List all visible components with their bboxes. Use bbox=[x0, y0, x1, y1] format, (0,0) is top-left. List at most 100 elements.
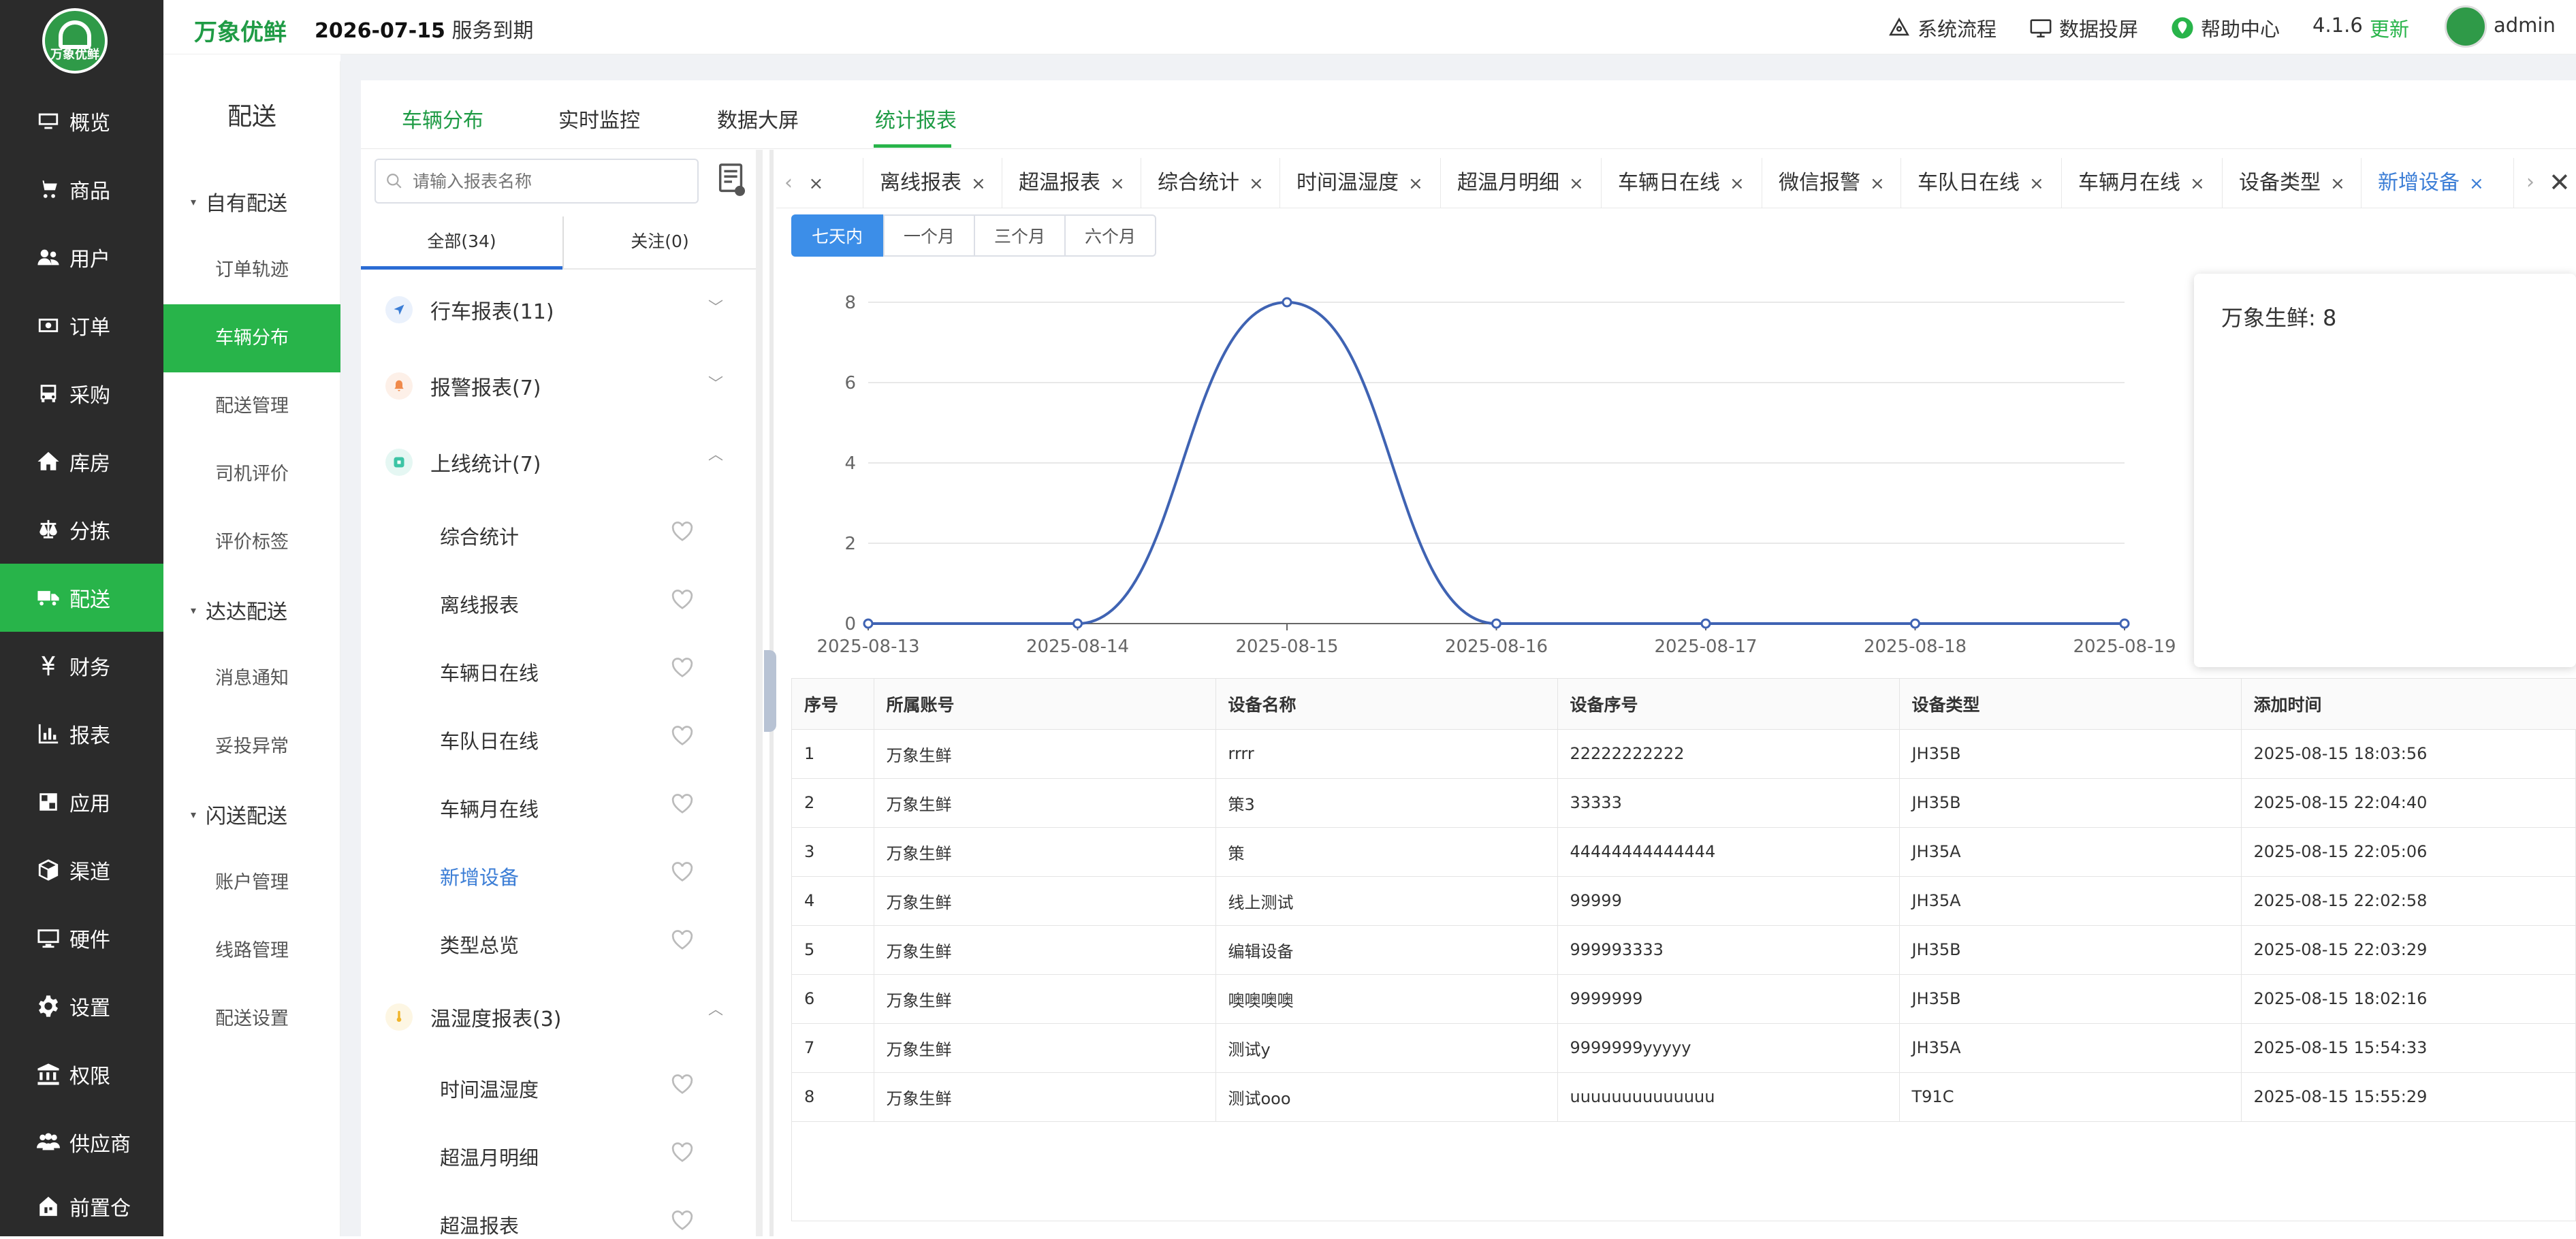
sidebar-item-warehouse[interactable]: 库房 bbox=[0, 428, 163, 496]
heart-icon[interactable] bbox=[671, 590, 694, 610]
tab-vehicle-distribution[interactable]: 车辆分布 bbox=[402, 103, 483, 133]
report-tab-device-type[interactable]: 设备类型 × bbox=[2223, 158, 2362, 208]
category-online-stats[interactable]: 上线统计(7) bbox=[385, 447, 541, 477]
sidebar-item-hardware[interactable]: 硬件 bbox=[0, 904, 163, 972]
close-icon[interactable]: × bbox=[809, 174, 824, 194]
col-header-device-serial[interactable]: 设备序号 bbox=[1557, 679, 1900, 730]
report-item-time-temperature[interactable]: 时间温湿度 bbox=[440, 1074, 539, 1103]
sidebar-item-sorting[interactable]: 分拣 bbox=[0, 496, 163, 564]
tab-followed-reports[interactable]: 关注(0) bbox=[564, 214, 756, 270]
user-name[interactable]: admin bbox=[2494, 14, 2556, 37]
chevron-down-icon[interactable]: ﹀ bbox=[708, 295, 723, 317]
sidebar-item-front-warehouse[interactable]: 前置仓 bbox=[0, 1176, 163, 1236]
sidebar-item-channels[interactable]: 渠道 bbox=[0, 836, 163, 904]
close-icon[interactable]: × bbox=[1730, 174, 1745, 194]
report-item-overall-stats[interactable]: 综合统计 bbox=[440, 521, 519, 550]
close-icon[interactable]: × bbox=[2190, 174, 2205, 194]
sidebar-item-permissions[interactable]: 权限 bbox=[0, 1040, 163, 1108]
app-logo[interactable]: 万象优鲜 bbox=[42, 8, 108, 74]
report-item-new-devices[interactable]: 新增设备 bbox=[440, 862, 519, 890]
report-list-icon[interactable] bbox=[718, 163, 746, 197]
table-row[interactable]: 2 万象生鲜 策3 33333 JH35B 2025-08-15 22:04:40 bbox=[792, 778, 2576, 828]
sidebar-item-finance[interactable]: 财务 bbox=[0, 632, 163, 700]
tab-all-reports[interactable]: 全部(34) bbox=[361, 214, 562, 270]
category-temperature-reports[interactable]: 温湿度报表(3) bbox=[385, 1002, 562, 1032]
update-link[interactable]: 更新 bbox=[2370, 14, 2409, 42]
col-header-index[interactable]: 序号 bbox=[792, 679, 874, 730]
sidebar-item-settings[interactable]: 设置 bbox=[0, 972, 163, 1040]
chevron-down-icon[interactable]: ﹀ bbox=[708, 372, 723, 393]
subnav-item-account-management[interactable]: 账户管理 bbox=[163, 849, 340, 917]
tab-statistics-report[interactable]: 统计报表 bbox=[875, 103, 957, 133]
col-header-account[interactable]: 所属账号 bbox=[874, 679, 1216, 730]
subnav-item-vehicle-distribution[interactable]: 车辆分布 bbox=[163, 304, 340, 372]
category-driving-reports[interactable]: 行车报表(11) bbox=[385, 295, 554, 325]
heart-icon[interactable] bbox=[671, 658, 694, 678]
sidebar-item-purchase[interactable]: 采购 bbox=[0, 359, 163, 428]
help-center-link[interactable]: 帮助中心 bbox=[2171, 14, 2280, 42]
report-tab-vehicle-monthly-online[interactable]: 车辆月在线 × bbox=[2062, 158, 2223, 208]
report-tab-wechat-alarm[interactable]: 微信报警 × bbox=[1762, 158, 1901, 208]
chevron-up-icon[interactable]: ︿ bbox=[708, 997, 723, 1019]
close-icon[interactable]: × bbox=[2029, 174, 2044, 194]
chevron-left-icon[interactable]: ‹ bbox=[784, 171, 793, 195]
chevron-up-icon[interactable]: ︿ bbox=[708, 442, 723, 464]
subnav-item-delivery-management[interactable]: 配送管理 bbox=[163, 372, 340, 440]
report-tab-new-devices[interactable]: 新增设备 × bbox=[2362, 158, 2514, 208]
report-tab-truncated[interactable]: ‹ × bbox=[776, 158, 863, 208]
table-row[interactable]: 3 万象生鲜策 44444444444444 JH35A 2025-08-15 22:0… bbox=[792, 827, 2576, 877]
heart-icon[interactable] bbox=[671, 726, 694, 746]
report-item-fleet-daily-online[interactable]: 车队日在线 bbox=[440, 726, 539, 754]
table-row[interactable]: 5 万象生鲜 编辑设备 999993333 JH35B 2025-08-15 22:03:… bbox=[792, 925, 2576, 975]
table-row[interactable]: 8 万象生鲜 测试ooo uuuuuuuuuuuuuu T91C 2025-08-15 1… bbox=[792, 1072, 2576, 1122]
heart-icon[interactable] bbox=[671, 1210, 694, 1231]
system-flow-link[interactable]: 系统流程 bbox=[1888, 14, 1997, 42]
subnav-item-notifications[interactable]: 消息通知 bbox=[163, 645, 340, 713]
data-cast-link[interactable]: 数据投屏 bbox=[2029, 14, 2138, 42]
report-item-offline-report[interactable]: 离线报表 bbox=[440, 590, 519, 618]
subnav-group-self-delivery[interactable]: ▾ 自有配送 bbox=[191, 187, 287, 216]
sidebar-item-delivery[interactable]: 配送 bbox=[0, 564, 163, 632]
range-six-months[interactable]: 六个月 bbox=[1064, 214, 1156, 257]
col-header-device-type[interactable]: 设备类型 bbox=[1899, 679, 2242, 730]
report-item-vehicle-monthly-online[interactable]: 车辆月在线 bbox=[440, 794, 539, 822]
heart-icon[interactable] bbox=[671, 794, 694, 814]
col-header-added-time[interactable]: 添加时间 bbox=[2241, 679, 2576, 730]
close-icon[interactable]: × bbox=[1110, 174, 1125, 194]
report-item-type-overview[interactable]: 类型总览 bbox=[440, 930, 519, 959]
subnav-item-delivery-exceptions[interactable]: 妥投异常 bbox=[163, 713, 340, 781]
category-alarm-reports[interactable]: 报警报表(7) bbox=[385, 371, 541, 401]
report-search[interactable] bbox=[375, 159, 699, 204]
sidebar-item-orders[interactable]: 订单 bbox=[0, 291, 163, 359]
report-tab-overtemp-monthly[interactable]: 超温月明细 × bbox=[1441, 158, 1602, 208]
report-item-overtemp-report[interactable]: 超温报表 bbox=[440, 1210, 519, 1239]
report-tab-time-temperature[interactable]: 时间温湿度 × bbox=[1280, 158, 1441, 208]
sidebar-item-suppliers[interactable]: 供应商 bbox=[0, 1108, 163, 1176]
subnav-group-dada[interactable]: ▾ 达达配送 bbox=[191, 595, 287, 625]
sidebar-item-overview[interactable]: 概览 bbox=[0, 87, 163, 155]
close-all-tabs-icon[interactable]: ✕ bbox=[2549, 167, 2571, 197]
close-icon[interactable]: × bbox=[971, 174, 986, 194]
heart-icon[interactable] bbox=[671, 1074, 694, 1095]
close-icon[interactable]: × bbox=[2469, 174, 2484, 194]
heart-icon[interactable] bbox=[671, 930, 694, 950]
report-tab-vehicle-daily-online[interactable]: 车辆日在线 × bbox=[1602, 158, 1762, 208]
user-avatar[interactable] bbox=[2445, 5, 2487, 48]
close-icon[interactable]: × bbox=[1870, 174, 1885, 194]
subnav-item-order-track[interactable]: 订单轨迹 bbox=[163, 236, 340, 304]
subnav-item-rating-tags[interactable]: 评价标签 bbox=[163, 509, 340, 577]
subnav-group-flash[interactable]: ▾ 闪送配送 bbox=[191, 799, 287, 829]
close-icon[interactable]: × bbox=[1249, 174, 1264, 194]
report-tab-fleet-daily-online[interactable]: 车队日在线 × bbox=[1901, 158, 2062, 208]
report-item-vehicle-daily-online[interactable]: 车辆日在线 bbox=[440, 658, 539, 686]
chevron-right-icon[interactable]: › bbox=[2526, 170, 2534, 194]
table-row[interactable]: 1 万象生鲜 rrrr 22222222222 JH35B 2025-08-15 18:0… bbox=[792, 729, 2576, 779]
collapse-handle[interactable] bbox=[764, 650, 776, 732]
sidebar-item-goods[interactable]: 商品 bbox=[0, 155, 163, 223]
heart-icon[interactable] bbox=[671, 862, 694, 882]
heart-icon[interactable] bbox=[671, 1142, 694, 1163]
close-icon[interactable]: × bbox=[1408, 174, 1423, 194]
report-search-input[interactable] bbox=[411, 170, 684, 192]
report-tab-overall-stats[interactable]: 综合统计 × bbox=[1141, 158, 1280, 208]
table-row[interactable]: 4 万象生鲜 线上测试 99999 JH35A 2025-08-15 22:02:58 bbox=[792, 876, 2576, 926]
